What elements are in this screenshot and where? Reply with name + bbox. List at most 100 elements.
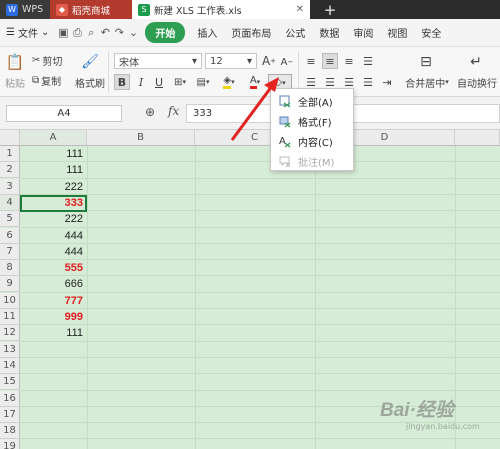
font-color-letter: A [249,75,257,89]
auto-wrap-icon[interactable]: ↵ [462,51,490,73]
cell-a10[interactable]: 777 [20,293,86,309]
copy-label: 复制 [41,76,62,88]
align-middle-icon[interactable]: ≡ [322,53,338,69]
align-top-icon[interactable]: ≡ [303,53,319,69]
distributed-align-icon[interactable]: ☰ [360,74,376,90]
name-box[interactable]: A4 [6,105,122,122]
bold-button[interactable]: B [114,74,130,90]
row-header[interactable]: 10 [0,292,20,309]
clear-contents-menu-item[interactable]: A 内容(C) [271,132,353,151]
paste-icon[interactable]: 📋 [4,51,26,73]
undo-icon[interactable]: ↶ [98,26,112,39]
row-header[interactable]: 17 [0,406,20,423]
row-header[interactable]: 19 [0,439,20,449]
column-header-b[interactable]: B [87,130,195,146]
cell-a3[interactable]: 222 [20,179,86,195]
save-icon[interactable]: ▣ [56,26,70,39]
cell-a11[interactable]: 999 [20,309,86,325]
tab-wps-home[interactable]: W WPS [0,0,50,19]
row-header[interactable]: 14 [0,357,20,374]
cell-a7[interactable]: 444 [20,244,86,260]
tab-home[interactable]: 开始 [145,22,186,43]
clear-format-menu-item[interactable]: 格式(F) [271,112,353,131]
increase-font-size-button[interactable]: A + [262,53,276,69]
print-preview-icon[interactable]: ⌕ [84,26,98,40]
tab-data[interactable]: 数据 [312,25,346,40]
row-header[interactable]: 18 [0,423,20,440]
copy-icon: ⧉ [32,74,40,86]
row-header[interactable]: 3 [0,178,20,195]
clear-comments-icon [279,155,292,168]
cell-a9[interactable]: 666 [20,276,86,292]
row-header[interactable]: 1 [0,146,20,162]
row-header[interactable]: 7 [0,243,20,260]
auto-wrap-button[interactable]: 自动换行 [454,75,500,90]
grow-font-letter: A [261,54,271,68]
watermark-url-text: jingyan.baidu.com [406,422,480,431]
watermark-logo-text: Bai·经验 [380,400,454,421]
tab-view[interactable]: 视图 [380,25,414,40]
row-header[interactable]: 6 [0,227,20,244]
cell-a8[interactable]: 555 [20,260,86,276]
clear-all-menu-item[interactable]: 全部(A) [271,92,353,111]
tab-security[interactable]: 安全 [414,25,448,40]
row-header[interactable]: 13 [0,341,20,358]
column-header-a[interactable]: A [20,130,87,146]
row-gridline [20,161,500,163]
row-header[interactable]: 5 [0,211,20,228]
redo-icon[interactable]: ↷ [112,26,126,39]
merge-center-button[interactable]: 合并居中 ▾ [402,75,452,90]
fill-color-button[interactable]: ◈ ▾ [218,74,240,90]
tab-insert[interactable]: 插入 [190,25,224,40]
zoom-icon[interactable]: ⊕ [145,105,155,119]
cell-a2[interactable]: 111 [20,162,86,178]
cell-a1[interactable]: 111 [20,146,86,162]
tab-current-document[interactable]: S 新建 XLS 工作表.xls ✕ [132,0,310,19]
indent-icon[interactable]: ⇥ [379,74,395,90]
wrap-orientation-icon[interactable]: ☰ [360,53,376,69]
copy-button[interactable]: ⧉ 复制 [32,73,72,88]
row-header[interactable]: 9 [0,276,20,293]
italic-button[interactable]: I [133,74,149,90]
new-tab-button[interactable]: + [310,0,350,19]
font-size-select[interactable]: 12 ▾ [205,53,257,69]
row-header[interactable]: 15 [0,374,20,391]
row-header[interactable]: 8 [0,260,20,277]
format-painter-icon[interactable]: 🖌 [78,51,102,73]
row-header[interactable]: 12 [0,325,20,342]
align-bottom-icon[interactable]: ≡ [341,53,357,69]
paste-button-label[interactable]: 粘贴 [2,75,28,90]
print-icon[interactable]: ⎙ [70,26,84,40]
font-name-select[interactable]: 宋体 ▾ [114,53,202,69]
borders-button[interactable]: ⊞ ▾ [170,74,190,90]
active-cell-cursor[interactable] [20,195,87,212]
tab-review[interactable]: 审阅 [346,25,380,40]
underline-button[interactable]: U [151,74,167,90]
close-tab-icon[interactable]: ✕ [296,4,304,15]
cell-a12[interactable]: 111 [20,325,86,341]
row-header[interactable]: 11 [0,309,20,325]
baidu-jingyan-watermark: Bai·经验 jingyan.baidu.com [380,395,498,439]
file-menu[interactable]: ☰ 文件 ⌄ [0,25,56,40]
cell-style-button[interactable]: ▤ ▾ [193,74,213,90]
cut-button[interactable]: ✂ 剪切 [32,53,72,68]
merge-center-icon[interactable]: ⊟ [412,51,440,73]
decrease-font-size-button[interactable]: A − [280,54,294,70]
spreadsheet-file-icon: S [138,3,150,16]
select-all-corner[interactable] [0,130,20,146]
tab-docer-store[interactable]: ◆ 稻壳商城 [50,0,132,19]
font-name-value: 宋体 [119,57,139,69]
row-header[interactable]: 4 [0,194,20,211]
customize-quick-access-icon[interactable]: ⌄ [126,26,140,39]
font-color-button[interactable]: A ▾ [244,74,266,90]
row-header[interactable]: 16 [0,390,20,407]
column-header-e[interactable] [455,130,500,146]
cell-a5[interactable]: 222 [20,211,86,227]
file-menu-label: 文件 [17,29,38,40]
cell-a6[interactable]: 444 [20,228,86,244]
insert-function-icon[interactable]: fx [168,104,179,118]
row-header[interactable]: 2 [0,162,20,179]
tab-formulas[interactable]: 公式 [278,25,312,40]
tab-page-layout[interactable]: 页面布局 [224,25,278,40]
format-painter-label[interactable]: 格式刷 [74,75,106,90]
